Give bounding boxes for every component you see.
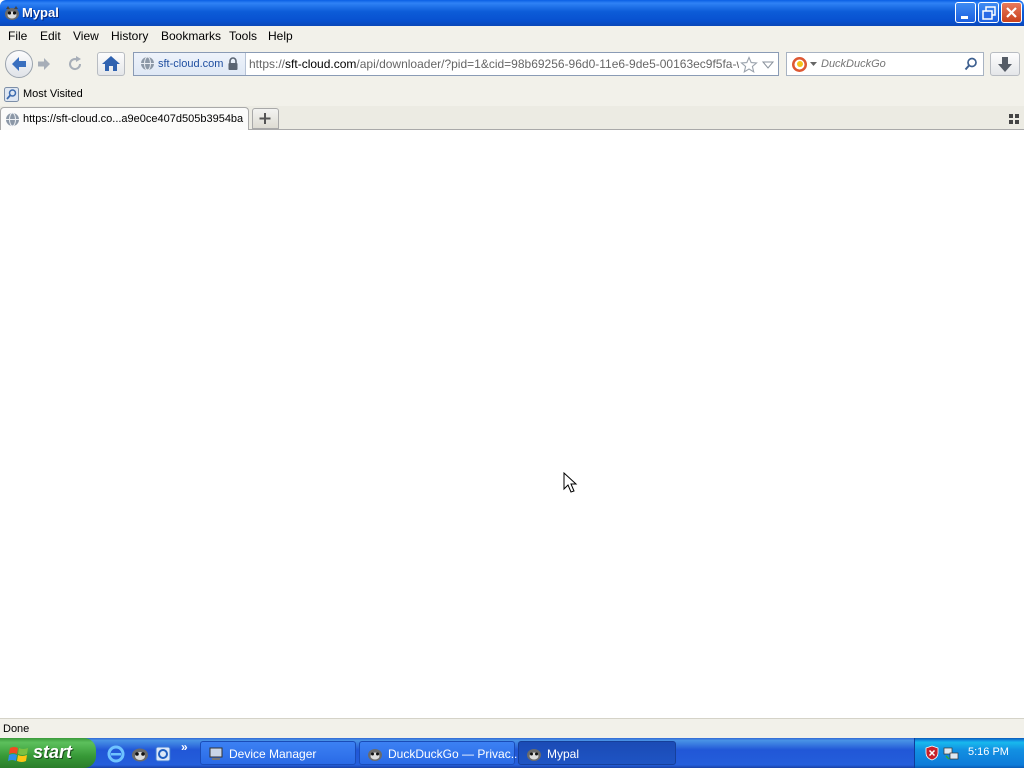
most-visited-icon — [4, 87, 19, 102]
menu-file[interactable]: File — [8, 29, 27, 43]
taskbar-item-label: Device Manager — [229, 747, 317, 761]
start-button[interactable]: start — [0, 738, 96, 768]
taskbar-item-duckduckgo[interactable]: DuckDuckGo — Privac... — [359, 741, 521, 765]
duckduckgo-icon — [792, 57, 807, 72]
start-label: start — [33, 742, 73, 762]
search-input[interactable] — [821, 56, 957, 72]
taskbar-item-device-manager[interactable]: Device Manager — [200, 741, 356, 765]
lock-icon — [228, 57, 238, 70]
mouse-cursor-icon — [563, 472, 578, 493]
browser-quicklaunch-icon[interactable] — [154, 745, 172, 763]
taskbar: start » Device Manager DuckDuckGo — Priv… — [0, 738, 1024, 768]
reload-button[interactable] — [64, 53, 86, 75]
windows-flag-icon — [8, 747, 28, 762]
restore-button[interactable] — [978, 2, 999, 23]
search-icon[interactable] — [964, 57, 978, 71]
home-icon — [102, 56, 120, 71]
internet-explorer-icon[interactable] — [107, 745, 125, 763]
downloads-button[interactable] — [990, 52, 1020, 76]
menu-history[interactable]: History — [111, 29, 148, 43]
menu-view[interactable]: View — [73, 29, 99, 43]
globe-icon — [6, 112, 19, 127]
menu-bookmarks[interactable]: Bookmarks — [161, 29, 221, 43]
network-icon[interactable] — [943, 745, 959, 761]
plus-icon — [259, 113, 271, 124]
menu-edit[interactable]: Edit — [40, 29, 61, 43]
mypal-window-icon — [368, 749, 382, 761]
menu-tools[interactable]: Tools — [229, 29, 257, 43]
url-path: /api/downloader/?pid=1&cid=98b69256-96d0… — [356, 57, 739, 71]
system-tray: 5:16 PM — [914, 738, 1024, 768]
mypal-window-icon — [527, 749, 541, 761]
new-tab-button[interactable] — [252, 108, 279, 129]
close-button[interactable] — [1001, 2, 1022, 23]
menu-bar: File Edit View History Bookmarks Tools H… — [0, 26, 1024, 46]
bookmarks-toolbar: Most Visited — [0, 84, 1024, 106]
site-identity-button[interactable]: sft-cloud.com — [134, 53, 246, 75]
status-text: Done — [3, 723, 30, 735]
window-title: Mypal — [22, 5, 59, 20]
bookmark-most-visited[interactable]: Most Visited — [23, 88, 83, 100]
identity-host: sft-cloud.com — [158, 58, 224, 70]
download-arrow-icon — [998, 57, 1012, 72]
mypal-logo-icon — [5, 6, 19, 20]
taskbar-item-mypal[interactable]: Mypal — [518, 741, 676, 765]
security-shield-icon[interactable] — [924, 745, 940, 761]
quicklaunch-overflow[interactable]: » — [181, 740, 188, 754]
url-bar[interactable]: sft-cloud.com https://sft-cloud.com/api/… — [133, 52, 779, 76]
url-domain: sft-cloud.com — [285, 57, 357, 71]
restore-icon — [982, 6, 996, 20]
bookmark-star-icon[interactable] — [740, 56, 758, 74]
status-bar: Done — [0, 718, 1024, 738]
url-text[interactable]: https://sft-cloud.com/api/downloader/?pi… — [249, 57, 739, 71]
navigation-toolbar: sft-cloud.com https://sft-cloud.com/api/… — [0, 46, 1024, 84]
menu-help[interactable]: Help — [268, 29, 293, 43]
globe-icon — [141, 56, 154, 71]
tab-active[interactable]: https://sft-cloud.co...a9e0ce407d505b395… — [0, 107, 249, 130]
back-button[interactable] — [5, 50, 33, 78]
tab-label: https://sft-cloud.co...a9e0ce407d505b395… — [23, 113, 244, 125]
minimize-icon — [961, 16, 968, 19]
forward-button[interactable] — [35, 53, 55, 75]
clock[interactable]: 5:16 PM — [968, 746, 1009, 758]
back-arrow-icon — [12, 57, 26, 71]
taskbar-item-label: DuckDuckGo — Privac... — [388, 747, 521, 761]
url-dropdown-icon[interactable] — [762, 60, 774, 70]
home-button[interactable] — [97, 52, 125, 76]
taskbar-item-label: Mypal — [547, 747, 580, 761]
device-manager-icon — [209, 747, 223, 760]
search-engine-dropdown-icon[interactable] — [810, 62, 818, 68]
url-scheme: https:// — [249, 57, 286, 71]
list-all-tabs-icon[interactable] — [1008, 113, 1020, 125]
minimize-button[interactable] — [955, 2, 976, 23]
search-bar[interactable] — [786, 52, 984, 76]
tab-bar: https://sft-cloud.co...a9e0ce407d505b395… — [0, 106, 1024, 130]
title-bar[interactable]: Mypal — [0, 0, 1024, 26]
mypal-quicklaunch-icon[interactable] — [131, 745, 149, 763]
close-icon — [1006, 7, 1017, 18]
page-content[interactable] — [0, 130, 1024, 718]
